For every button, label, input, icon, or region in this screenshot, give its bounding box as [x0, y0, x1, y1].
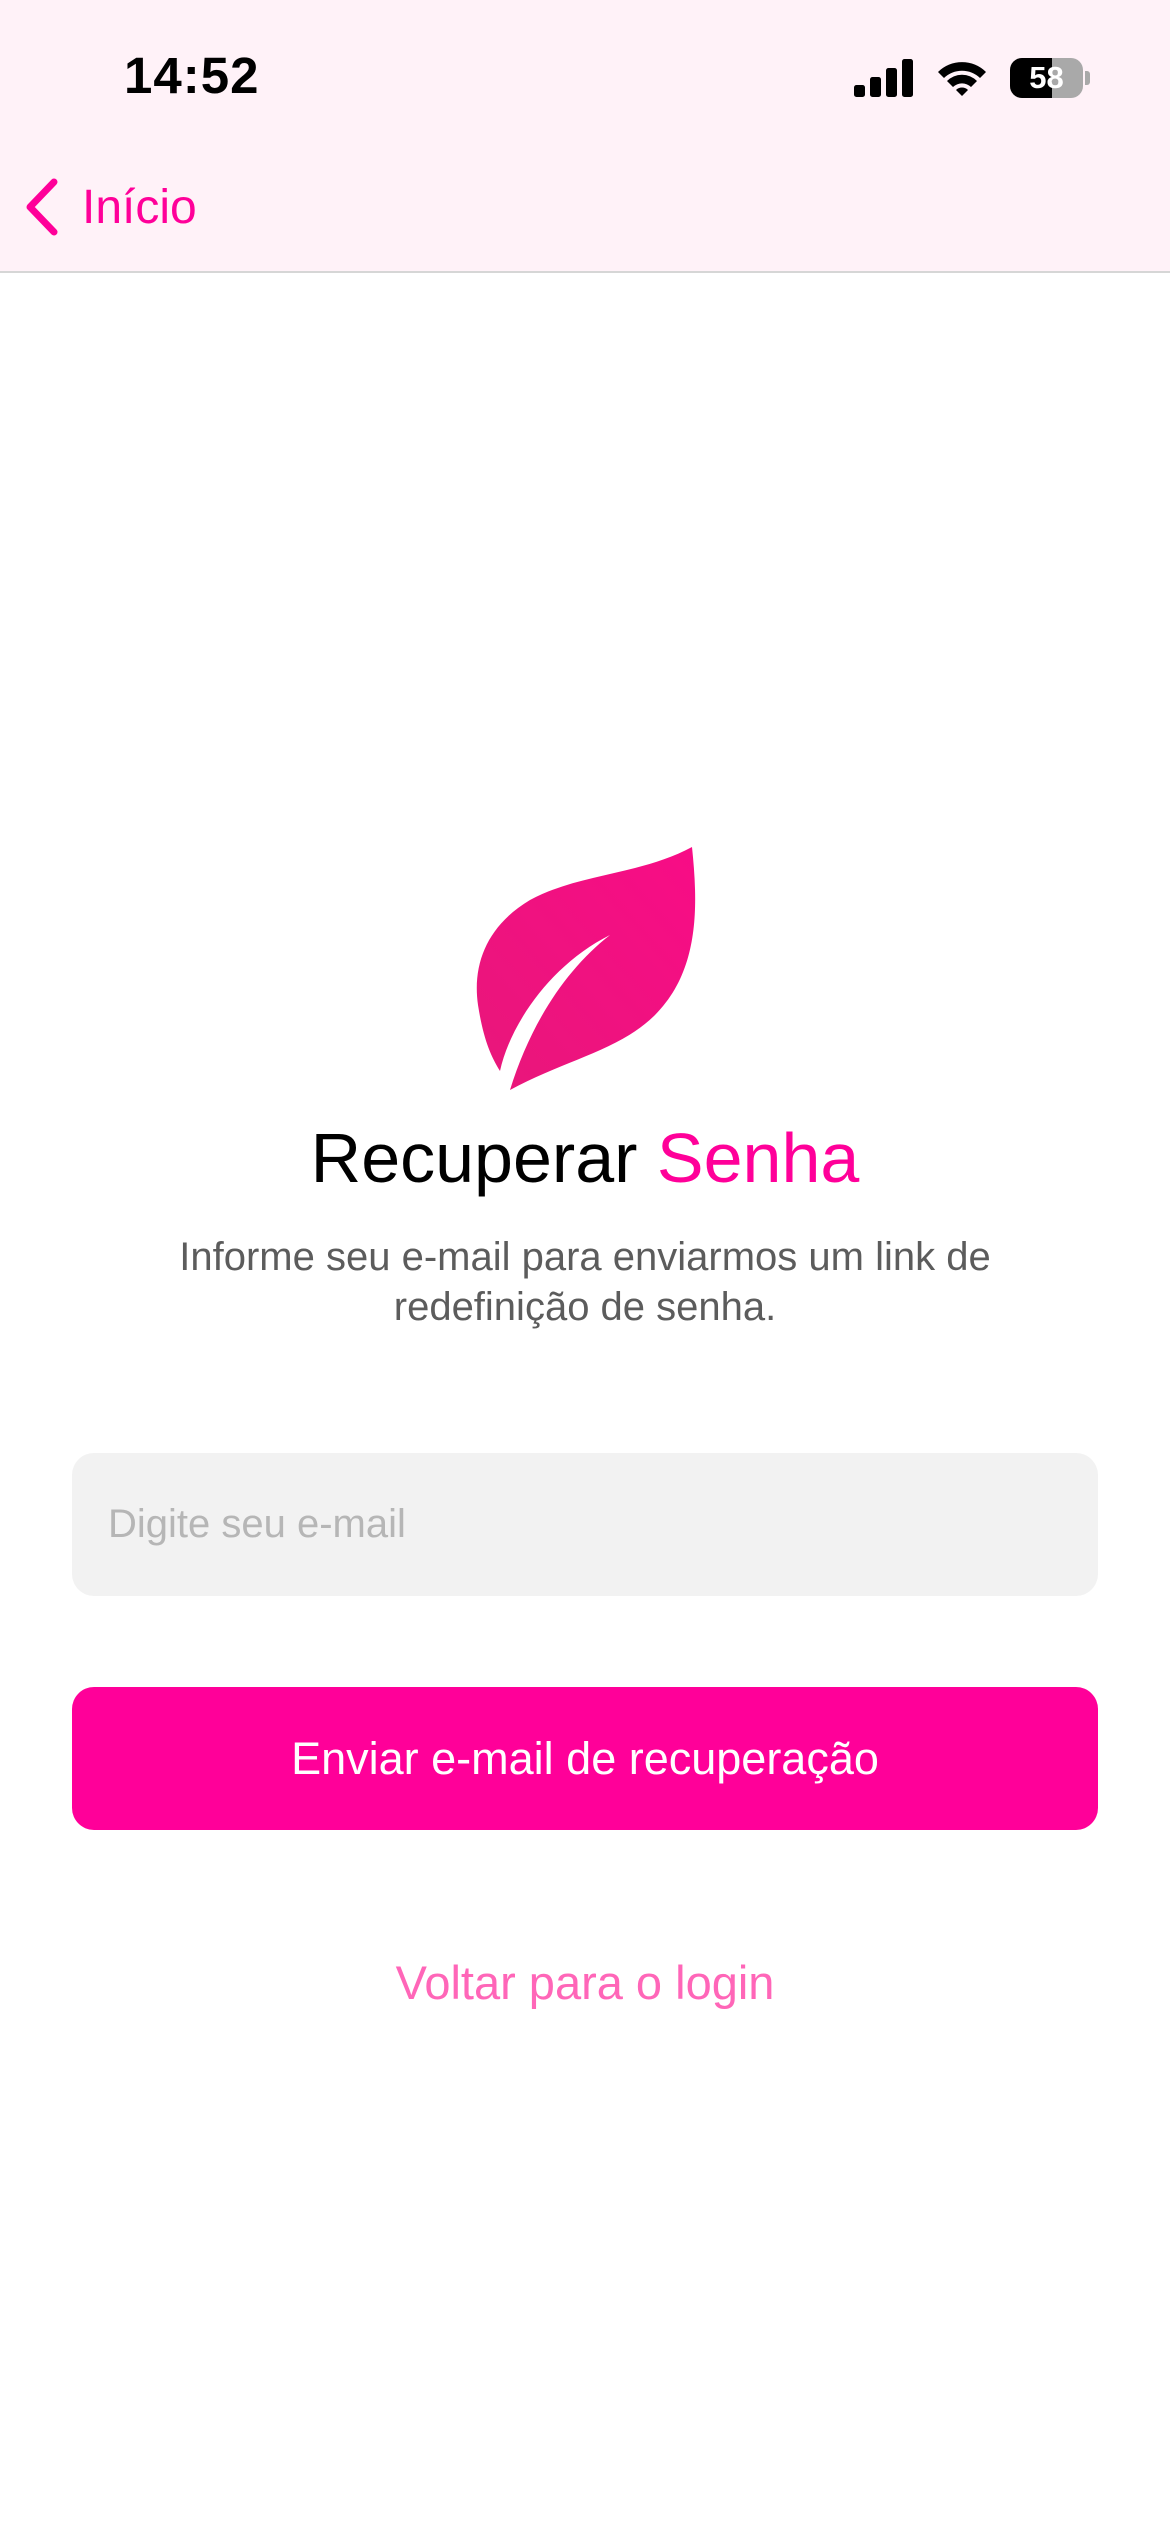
battery-tip: [1085, 71, 1090, 85]
leaf-icon: [476, 847, 696, 1090]
page-title-accent: Senha: [656, 1119, 860, 1197]
battery-level: 58: [1029, 60, 1064, 95]
page-title: Recuperar Senha: [0, 1118, 1170, 1198]
send-recovery-email-button[interactable]: Enviar e-mail de recuperação: [72, 1687, 1098, 1830]
back-to-login-link[interactable]: Voltar para o login: [0, 1955, 1170, 2010]
status-time: 14:52: [124, 47, 260, 104]
wifi-icon: [938, 62, 986, 96]
page-subtitle: Informe seu e-mail para enviarmos um lin…: [179, 1235, 991, 1329]
page-title-main: Recuperar: [310, 1119, 638, 1197]
navigation-header: 14:52 58 Início: [0, 0, 1170, 273]
back-button[interactable]: Início: [22, 172, 197, 242]
status-icons: 58: [854, 54, 1090, 102]
chevron-left-icon: [26, 178, 58, 236]
cellular-signal-icon: [854, 59, 913, 97]
email-field[interactable]: [72, 1453, 1098, 1596]
battery-body: 58: [1010, 58, 1084, 98]
battery-icon: 58: [1010, 58, 1090, 98]
back-button-label: Início: [82, 180, 197, 234]
